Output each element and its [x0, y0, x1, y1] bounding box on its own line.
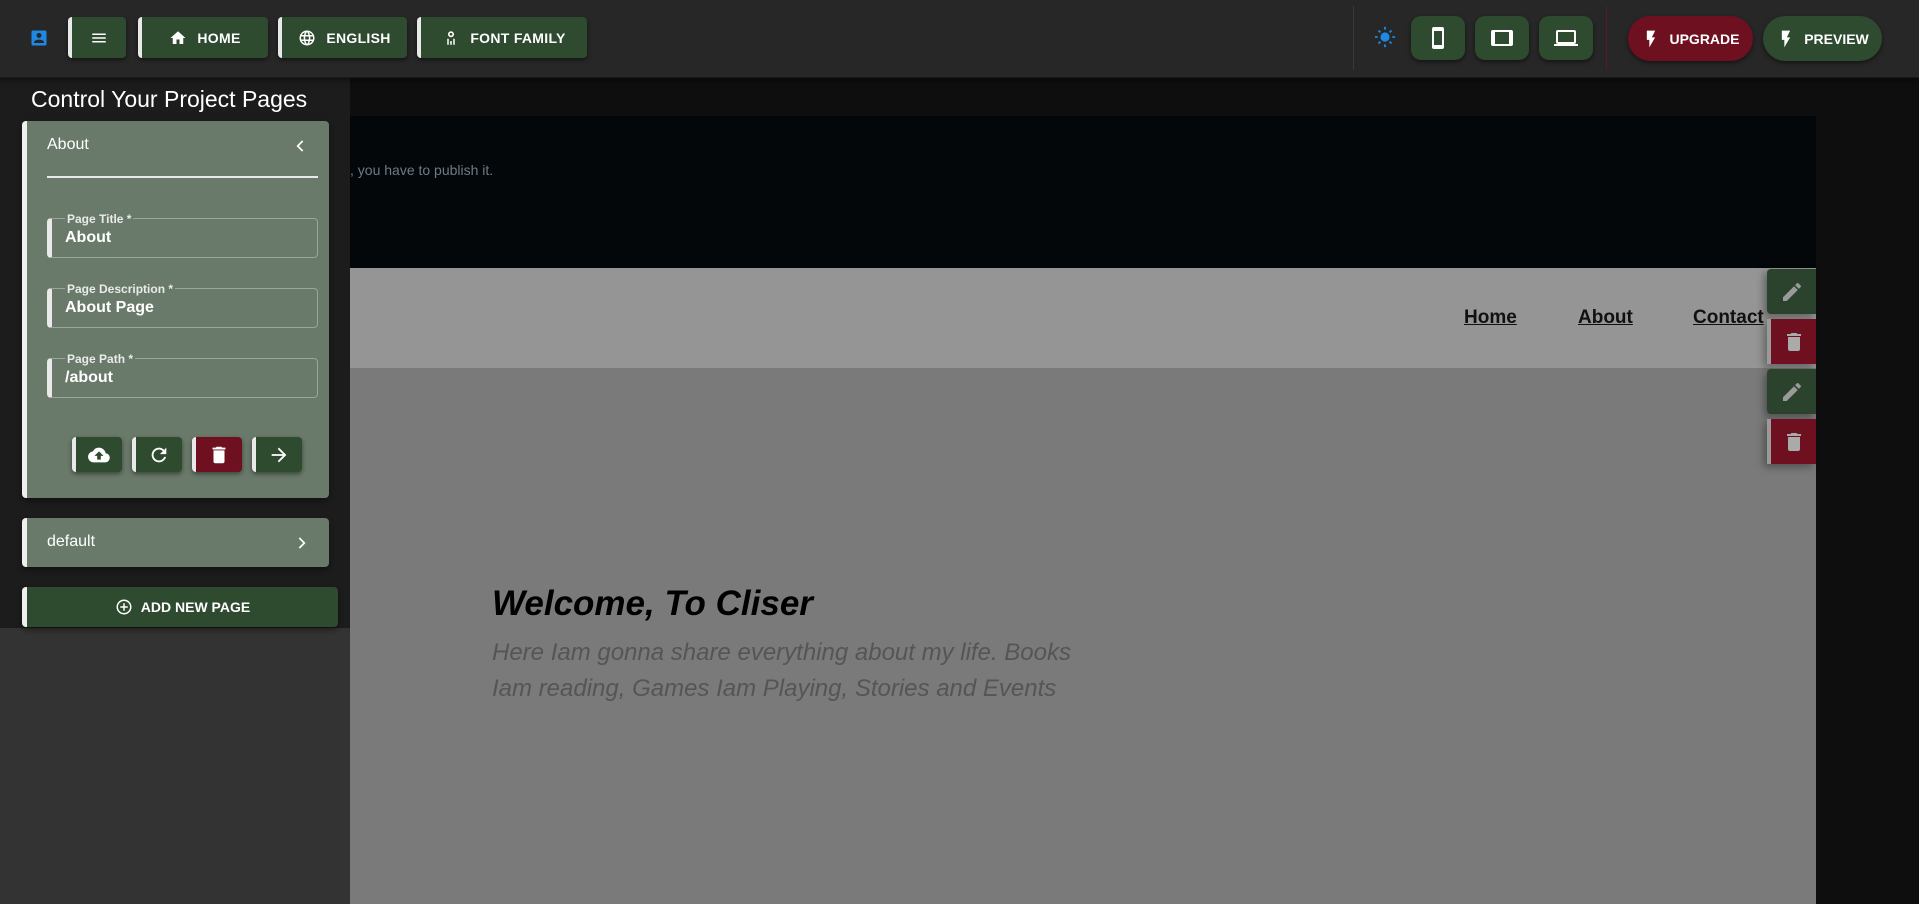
- page-accordion-about: About Page Title * Page Description * Pa…: [22, 121, 329, 498]
- edit-section-button[interactable]: [1767, 269, 1816, 314]
- hero-subtitle-line: Here Iam gonna share everything about my…: [492, 639, 1071, 666]
- trash-icon: [1786, 432, 1801, 451]
- page-accordion-title[interactable]: About: [47, 136, 89, 154]
- add-new-page-label: ADD NEW PAGE: [140, 599, 251, 615]
- pencil-icon: [1782, 282, 1801, 301]
- chevron-left-icon[interactable]: [291, 136, 311, 156]
- mobile-device-icon: [1432, 27, 1444, 49]
- tablet-view-button[interactable]: [1475, 16, 1529, 60]
- cloud-upload-icon: [88, 447, 110, 462]
- panel-title: Control Your Project Pages: [31, 86, 308, 112]
- publish-notice-text: , you have to publish it.: [350, 162, 494, 178]
- lightning-icon: [1647, 30, 1656, 47]
- upgrade-button-label: UPGRADE: [1669, 30, 1740, 47]
- hero-subtitle-line: Iam reading, Games Iam Playing, Stories …: [492, 675, 1057, 702]
- page-title-label: Page Title *: [65, 212, 134, 226]
- publish-notice-banner: [350, 116, 1816, 268]
- sun-icon[interactable]: [1374, 26, 1396, 48]
- toolbar-divider: [1353, 6, 1354, 70]
- language-button-label: ENGLISH: [326, 29, 391, 46]
- hamburger-menu-icon: [92, 33, 106, 42]
- page-description-field: Page Description *: [47, 283, 318, 328]
- page-description-label: Page Description *: [65, 282, 176, 296]
- upload-page-button[interactable]: [72, 437, 122, 472]
- trash-icon: [212, 446, 226, 463]
- laptop-device-icon: [1554, 30, 1578, 46]
- delete-page-button[interactable]: [192, 437, 242, 472]
- delete-section-button[interactable]: [1767, 419, 1816, 464]
- lightning-icon: [1782, 30, 1791, 47]
- top-toolbar: HOME ENGLISH FONT FAMILY UPGRADE PREVIEW: [0, 0, 1919, 78]
- upgrade-button[interactable]: UPGRADE: [1628, 16, 1753, 61]
- font-family-icon: [447, 30, 456, 45]
- home-button[interactable]: HOME: [138, 17, 268, 58]
- arrow-right-icon: [271, 447, 287, 462]
- nav-link-contact[interactable]: Contact: [1693, 307, 1764, 329]
- refresh-icon: [151, 447, 167, 462]
- hero-title: Welcome, To Cliser: [492, 584, 813, 623]
- trash-icon: [1786, 332, 1801, 351]
- pages-panel-footer: [0, 628, 350, 904]
- globe-icon: [299, 30, 315, 45]
- language-button[interactable]: ENGLISH: [278, 17, 407, 58]
- edit-section-button[interactable]: [1767, 369, 1816, 414]
- font-family-button[interactable]: FONT FAMILY: [417, 17, 587, 58]
- home-icon: [170, 30, 186, 44]
- page-accordion-title: default: [47, 533, 96, 550]
- hero-subtitle: Here Iam gonna share everything about my…: [492, 635, 1092, 707]
- nav-link-home[interactable]: Home: [1464, 307, 1517, 329]
- page-title-input[interactable]: [65, 229, 305, 247]
- delete-section-button[interactable]: [1767, 319, 1816, 364]
- page-title-field: Page Title *: [47, 213, 318, 258]
- page-accordion-default[interactable]: default: [22, 518, 329, 567]
- mobile-view-button[interactable]: [1411, 16, 1465, 60]
- font-family-button-label: FONT FAMILY: [470, 29, 566, 46]
- add-new-page-button[interactable]: ADD NEW PAGE: [22, 587, 338, 627]
- add-circle-icon: [116, 599, 132, 615]
- page-path-label: Page Path *: [65, 352, 136, 366]
- pencil-icon: [1782, 382, 1801, 401]
- accordion-divider: [47, 176, 318, 178]
- account-box-icon[interactable]: [29, 28, 49, 48]
- toolbar-divider: [1606, 6, 1607, 70]
- nav-link-about[interactable]: About: [1578, 307, 1633, 329]
- page-path-input[interactable]: [65, 369, 305, 387]
- preview-button[interactable]: PREVIEW: [1763, 16, 1882, 61]
- tablet-device-icon: [1491, 30, 1513, 46]
- desktop-view-button[interactable]: [1539, 16, 1593, 60]
- go-to-page-button[interactable]: [252, 437, 302, 472]
- preview-button-label: PREVIEW: [1804, 30, 1869, 47]
- menu-button[interactable]: [68, 17, 126, 58]
- reset-page-button[interactable]: [132, 437, 182, 472]
- page-path-field: Page Path *: [47, 353, 318, 398]
- home-button-label: HOME: [197, 29, 241, 46]
- chevron-right-icon: [298, 537, 306, 549]
- page-description-input[interactable]: [65, 299, 305, 317]
